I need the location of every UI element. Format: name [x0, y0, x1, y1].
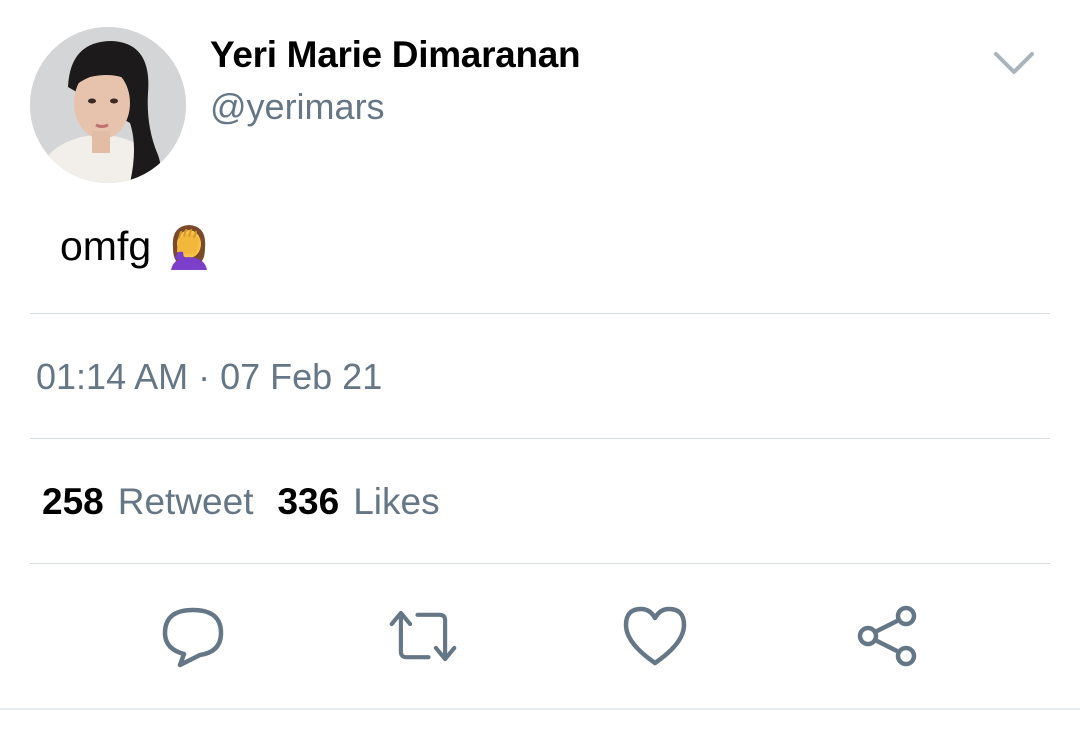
display-name[interactable]: Yeri Marie Dimaranan: [210, 34, 581, 76]
retweet-button[interactable]: [388, 601, 458, 671]
tweet-timestamp[interactable]: 01:14 AM · 07 Feb 21: [36, 356, 382, 398]
like-button[interactable]: [620, 601, 690, 671]
retweet-icon: [389, 610, 457, 662]
tweet-text: omfg: [60, 222, 211, 270]
divider: [30, 563, 1050, 564]
share-icon: [857, 605, 917, 667]
divider: [30, 438, 1050, 439]
retweet-count-link[interactable]: 258 Retweet: [42, 481, 253, 523]
avatar[interactable]: [30, 27, 186, 183]
like-heart-icon: [623, 606, 687, 666]
reply-button[interactable]: [158, 601, 228, 671]
chevron-down-icon[interactable]: [986, 42, 1042, 82]
tweet-detail: Yeri Marie Dimaranan @yerimars omfg 01:1…: [0, 0, 1080, 742]
share-button[interactable]: [852, 601, 922, 671]
divider: [30, 313, 1050, 314]
retweet-label: Retweet: [117, 481, 254, 522]
like-label: Likes: [353, 481, 440, 522]
reply-icon: [162, 607, 224, 668]
woman-facepalming-emoji-icon: [167, 222, 211, 270]
tweet-body: omfg: [60, 222, 152, 269]
bottom-divider: [0, 708, 1080, 710]
retweet-count: 258: [42, 481, 104, 522]
like-count-link[interactable]: 336 Likes: [277, 481, 439, 523]
user-handle[interactable]: @yerimars: [210, 86, 385, 128]
avatar-photo: [30, 27, 186, 183]
like-count: 336: [277, 481, 340, 522]
engagement-stats: 258 Retweet 336 Likes: [42, 481, 440, 523]
